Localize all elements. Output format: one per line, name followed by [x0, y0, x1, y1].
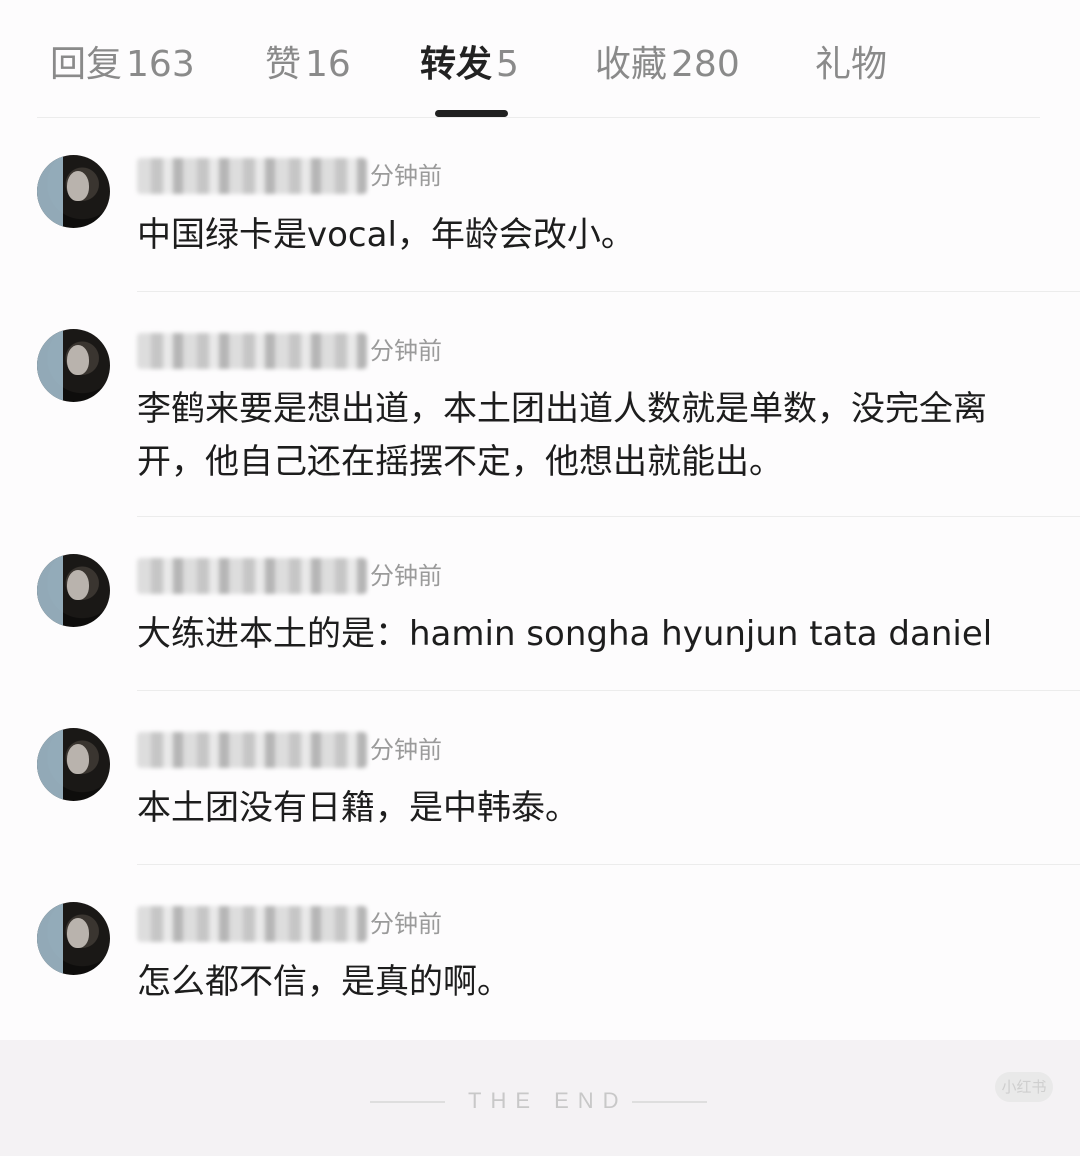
comment-time: 分钟前	[370, 162, 442, 190]
comment-time: 分钟前	[370, 337, 442, 365]
divider	[137, 516, 1080, 517]
tab-label: 礼物	[815, 44, 888, 85]
blurred-username	[137, 558, 367, 594]
tab-replies[interactable]: 回复 163	[50, 38, 195, 92]
comment-time: 分钟前	[370, 736, 442, 764]
divider	[137, 291, 1080, 292]
blurred-username	[137, 732, 367, 768]
comment-text: 李鹤来要是想出道，本土团出道人数就是单数，没完全离开，他自己还在摇摆不定，他想出…	[137, 389, 987, 482]
tab-gifts[interactable]: 礼物	[815, 38, 887, 92]
avatar[interactable]	[37, 728, 110, 801]
tab-count: 5	[496, 44, 519, 85]
divider	[137, 864, 1080, 865]
end-label: THE END	[468, 1088, 628, 1113]
tab-favorites[interactable]: 收藏 280	[595, 38, 740, 92]
tab-label: 转发	[420, 44, 493, 85]
end-line-right	[632, 1101, 707, 1103]
end-line-left	[370, 1101, 445, 1103]
avatar[interactable]	[37, 902, 110, 975]
tab-label: 回复	[50, 44, 123, 85]
comment-text: 大练进本土的是：hamin songha hyunjun tata daniel	[137, 614, 993, 654]
avatar[interactable]	[37, 554, 110, 627]
comment-time: 分钟前	[370, 562, 442, 590]
watermark-logo: 小红书	[995, 1072, 1053, 1102]
avatar[interactable]	[37, 329, 110, 402]
tab-count: 16	[305, 44, 351, 85]
comment-text: 中国绿卡是vocal，年龄会改小。	[137, 215, 635, 255]
tab-bar: 回复 163 赞 16 转发 5 收藏 280 礼物	[0, 0, 1080, 118]
blurred-username	[137, 906, 367, 942]
comment-text: 本土团没有日籍，是中韩泰。	[137, 788, 579, 828]
divider	[37, 117, 1040, 118]
tab-reposts[interactable]: 转发 5	[420, 38, 519, 92]
comment-text: 怎么都不信，是真的啊。	[137, 962, 511, 1002]
tab-label: 赞	[265, 44, 302, 85]
tab-count: 163	[126, 44, 195, 85]
active-tab-indicator	[435, 110, 508, 117]
avatar[interactable]	[37, 155, 110, 228]
divider	[137, 690, 1080, 691]
blurred-username	[137, 158, 367, 194]
tab-count: 280	[671, 44, 740, 85]
comment-time: 分钟前	[370, 910, 442, 938]
tab-likes[interactable]: 赞 16	[265, 38, 351, 92]
tab-label: 收藏	[595, 44, 668, 85]
blurred-username	[137, 333, 367, 369]
